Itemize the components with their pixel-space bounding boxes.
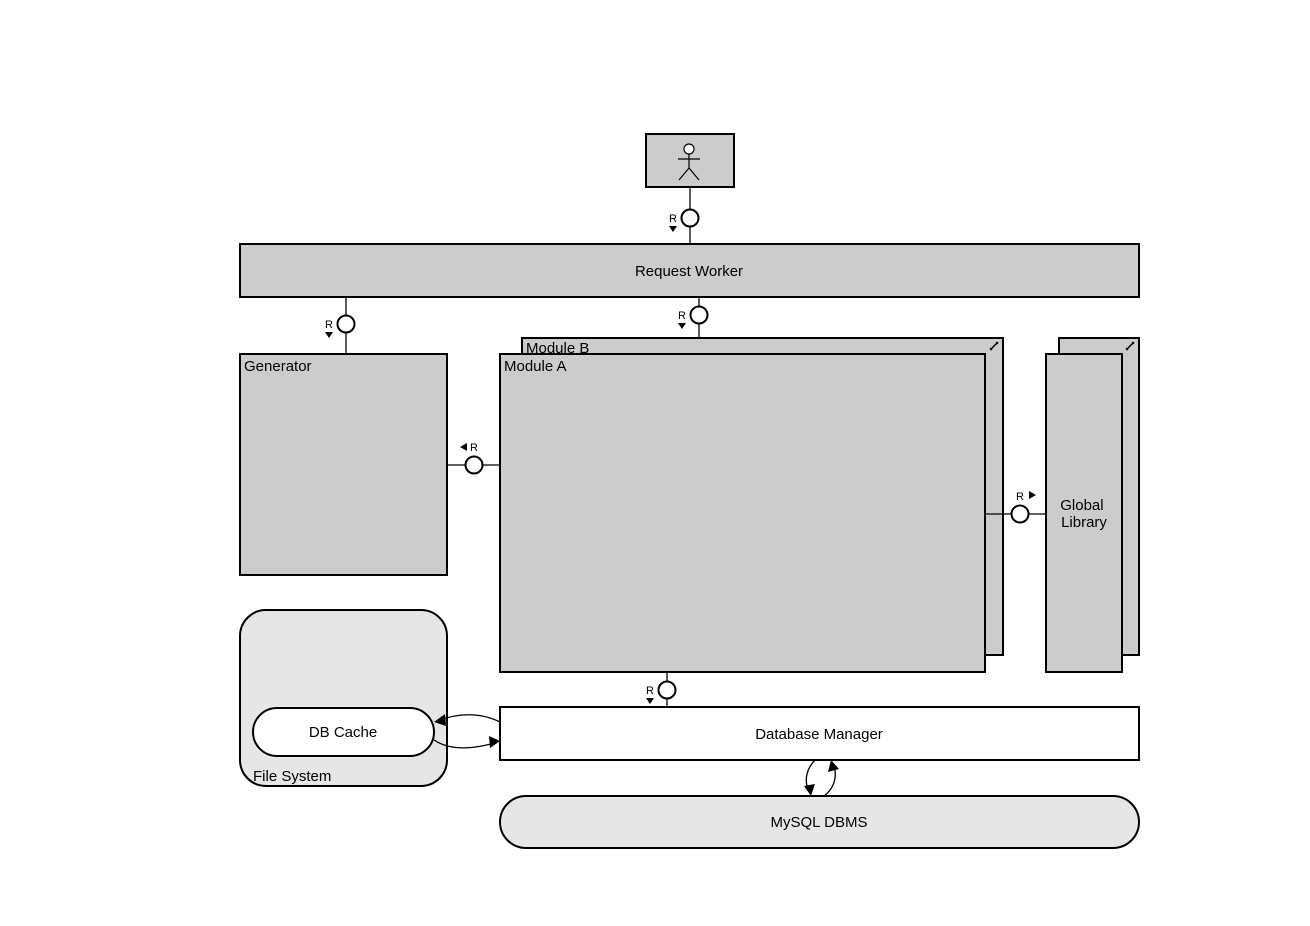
global-library-component[interactable]: Global Library xyxy=(1045,337,1140,673)
lollipop-icon xyxy=(657,680,677,700)
mysql-dbms-component[interactable]: MySQL DBMS xyxy=(499,795,1140,849)
module-a-component[interactable]: Module A xyxy=(499,353,986,673)
generator-component[interactable]: Generator xyxy=(239,353,448,576)
lollipop-icon xyxy=(680,208,700,228)
database-manager-label: Database Manager xyxy=(755,726,883,743)
triangle-down-icon xyxy=(678,323,686,329)
triangle-down-icon xyxy=(646,698,654,704)
interface-module-db: R xyxy=(646,672,677,707)
interface-label: R xyxy=(1016,491,1024,503)
global-library-label-line1: Global xyxy=(1060,497,1103,514)
module-a-label: Module A xyxy=(504,358,567,375)
interface-label: R xyxy=(678,310,686,322)
dbms-exchange-arrows xyxy=(804,759,839,797)
db-cache-component[interactable]: DB Cache xyxy=(252,707,435,757)
global-library-label-line2: Library xyxy=(1061,514,1107,531)
lollipop-icon xyxy=(689,305,709,325)
interface-worker-generator: R xyxy=(325,297,356,354)
architecture-diagram: R Request Worker R R Generator Module B xyxy=(239,133,1140,849)
triangle-down-icon xyxy=(669,226,677,232)
triangle-down-icon xyxy=(325,332,333,338)
interface-label: R xyxy=(646,685,654,697)
generator-label: Generator xyxy=(244,358,312,375)
triangle-right-icon xyxy=(1029,491,1036,499)
db-cache-label: DB Cache xyxy=(309,724,377,741)
database-manager-component[interactable]: Database Manager xyxy=(499,706,1140,761)
lollipop-icon xyxy=(1010,504,1030,524)
actor-node[interactable] xyxy=(645,133,735,188)
arrowhead-icon xyxy=(828,760,839,772)
lollipop-icon xyxy=(464,455,484,475)
interface-module-generator: R xyxy=(447,442,500,475)
arrowhead-icon xyxy=(804,784,815,796)
arrowhead-icon xyxy=(489,736,500,748)
request-worker-label: Request Worker xyxy=(635,263,743,280)
lollipop-icon xyxy=(336,314,356,334)
triangle-left-icon xyxy=(460,443,467,451)
file-system-label: File System xyxy=(253,768,331,785)
interface-actor-worker: R xyxy=(669,187,700,244)
interface-label: R xyxy=(669,213,677,225)
interface-label: R xyxy=(470,442,478,454)
interface-label: R xyxy=(325,319,333,331)
file-system-container[interactable]: File System xyxy=(239,609,448,787)
global-library-label: Global Library xyxy=(1060,497,1108,531)
request-worker-component[interactable]: Request Worker xyxy=(239,243,1140,298)
mysql-dbms-label: MySQL DBMS xyxy=(771,814,868,831)
